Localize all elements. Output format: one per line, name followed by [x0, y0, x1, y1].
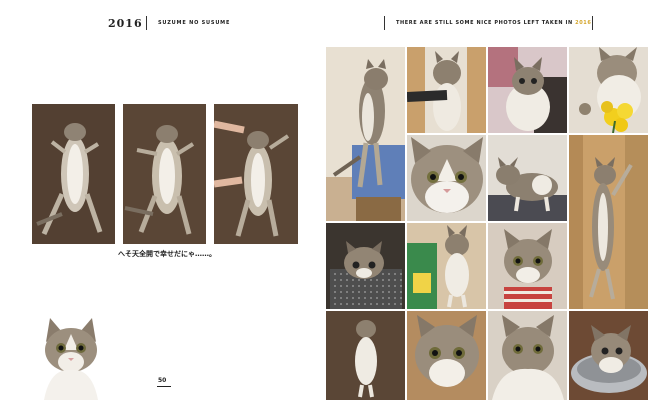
tagline-divider-left: [384, 16, 385, 30]
page-number: 50: [158, 377, 167, 384]
page-number-underline: [157, 386, 171, 387]
grid-photo-cat-standing-by-book: [407, 223, 486, 309]
grid-photo-cat-on-carpet: [326, 311, 405, 400]
grid-photo-cat-portrait: [488, 311, 567, 400]
left-page: 2016 SUZUME NO SUSUME へそ天全開で幸せだにゃ……。 50: [0, 0, 325, 400]
grid-photo-cat-in-box: [326, 223, 405, 309]
grid-photo-cat-held-at-door: [407, 47, 486, 133]
cat-belly-photo-1: [32, 104, 115, 244]
grid-photo-cat-on-table: [488, 135, 567, 221]
photo-caption: へそ天全開で幸せだにゃ……。: [118, 250, 216, 258]
grid-photo-cat-looking-up: [407, 311, 486, 400]
grid-photo-cat-climbing-door: [569, 135, 648, 309]
page-tagline: THERE ARE STILL SOME NICE PHOTOS LEFT TA…: [396, 20, 594, 26]
tagline-year: 2016: [575, 20, 592, 26]
grid-photo-cat-in-bowl: [569, 311, 648, 400]
grid-photo-cat-in-striped-bed: [488, 223, 567, 309]
cat-belly-photo-3: [214, 104, 298, 244]
tagline-text: THERE ARE STILL SOME NICE PHOTOS LEFT TA…: [396, 20, 576, 26]
series-title: SUZUME NO SUSUME: [158, 20, 231, 26]
cat-portrait-cutout: [40, 316, 102, 400]
grid-photo-cat-with-flowers: [569, 47, 648, 133]
year-heading: 2016: [108, 17, 143, 30]
grid-photo-cat-sitting-on-bed: [488, 47, 567, 133]
tagline-divider-right: [592, 16, 593, 30]
cat-belly-photo-2: [123, 104, 206, 244]
grid-photo-cat-face-closeup: [407, 135, 486, 221]
grid-photo-cat-standing-on-chair: [326, 47, 405, 221]
header-divider: [146, 16, 147, 30]
